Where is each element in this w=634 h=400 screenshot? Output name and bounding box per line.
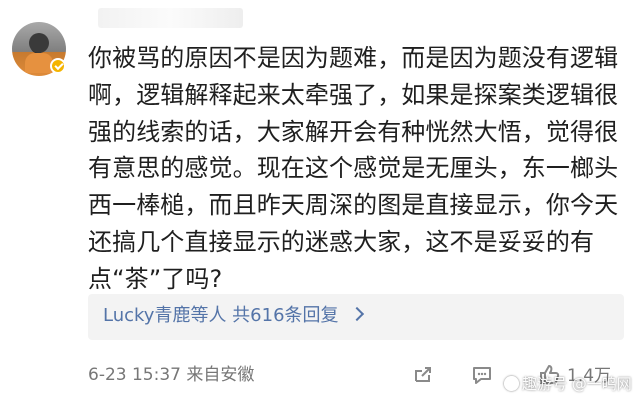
comment-icon[interactable]: [470, 362, 494, 388]
comment-text: 你被骂的原因不是因为题难，而是因为题没有逻辑啊，逻辑解释起来太牵强了，如果是探案…: [88, 44, 619, 293]
verified-badge-icon: [50, 58, 66, 74]
timestamp-and-source: 6-23 15:37 来自安徽: [88, 365, 255, 385]
blurred-username: [98, 8, 243, 28]
reply-summary-link[interactable]: Lucky青鹿等人 共616条回复: [103, 304, 364, 328]
watermark-text: 趣游号 @一鸣网: [522, 375, 632, 393]
reply-summary-box[interactable]: Lucky青鹿等人 共616条回复: [88, 294, 624, 340]
watermark: 趣游号 @一鸣网: [504, 374, 632, 394]
watermark-logo-icon: [504, 376, 519, 391]
reply-summary-text: Lucky青鹿等人 共616条回复: [103, 305, 339, 326]
chevron-right-icon: [349, 306, 364, 322]
share-icon[interactable]: [412, 362, 434, 388]
